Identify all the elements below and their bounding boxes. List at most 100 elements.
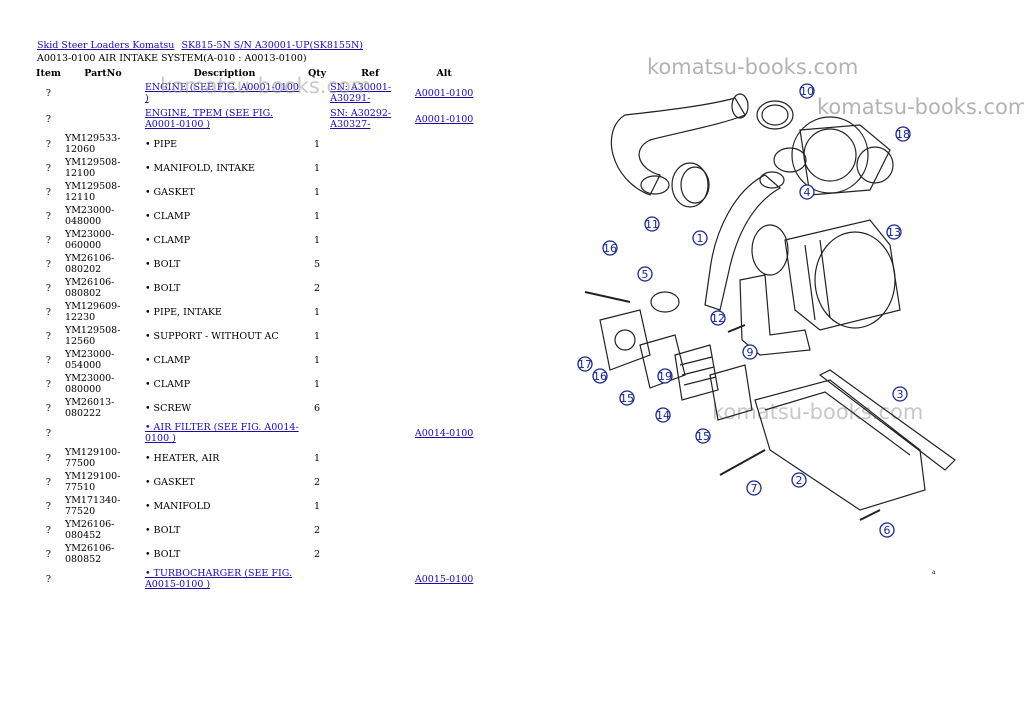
pipe-end-drawing xyxy=(759,171,785,189)
table-row: ? YM171340-77520 • MANIFOLD 1 xyxy=(34,494,476,518)
table-row: ? YM26106-080452 • BOLT 2 xyxy=(34,518,476,542)
table-row: ? YM23000-048000 • CLAMP 1 xyxy=(34,204,476,228)
row-ref xyxy=(328,348,412,372)
bolt-drawing xyxy=(859,509,881,521)
row-item: ? xyxy=(45,186,52,198)
breadcrumb-link-category[interactable]: Skid Steer Loaders Komatsu xyxy=(37,40,174,51)
row-qty: 1 xyxy=(314,306,321,318)
table-row: ? YM23000-060000 • CLAMP 1 xyxy=(34,228,476,252)
header-alt: Alt xyxy=(436,67,452,79)
row-ref[interactable]: SN: A30292-A30327- xyxy=(328,106,412,132)
row-partno: YM129533-12060 xyxy=(64,133,121,155)
row-qty: 2 xyxy=(314,282,321,294)
breadcrumb: Skid Steer Loaders Komatsu SK815-5N S/N … xyxy=(37,40,367,51)
row-alt xyxy=(412,132,476,156)
row-description: • MANIFOLD, INTAKE xyxy=(144,162,255,174)
row-item: ? xyxy=(45,573,52,585)
table-row: ? YM129100-77500 • HEATER, AIR 1 xyxy=(34,446,476,470)
air-filter-drawing xyxy=(804,244,816,321)
row-ref xyxy=(328,132,412,156)
page-title: A0013-0100 AIR INTAKE SYSTEM(A-010 : A00… xyxy=(37,53,307,64)
row-item: ? xyxy=(45,210,52,222)
row-ref-link[interactable]: SN: A30292-A30327- xyxy=(330,108,391,130)
row-ref xyxy=(328,396,412,420)
breadcrumb-link-model[interactable]: SK815-5N S/N A30001-UP(SK8155N) xyxy=(181,40,363,51)
row-qty: 1 xyxy=(314,378,321,390)
row-description: • HEATER, AIR xyxy=(144,452,220,464)
row-ref xyxy=(328,420,412,446)
row-partno xyxy=(63,106,143,132)
row-alt xyxy=(412,470,476,494)
table-row: ? YM129508-12100 • MANIFOLD, INTAKE 1 xyxy=(34,156,476,180)
row-partno: YM129508-12560 xyxy=(64,325,121,347)
row-alt xyxy=(412,228,476,252)
row-ref xyxy=(328,518,412,542)
row-description: • SCREW xyxy=(144,402,192,414)
row-alt[interactable]: A0014-0100 xyxy=(412,420,476,446)
row-description-link[interactable]: ENGINE, TPEM (SEE FIG. A0001-0100 ) xyxy=(145,108,273,130)
row-qty: 5 xyxy=(314,258,321,270)
parts-table-body: ? ENGINE (SEE FIG. A0001-0100 ) SN: A30001… xyxy=(34,80,476,592)
callout-number: 10 xyxy=(800,85,814,98)
row-alt[interactable]: A0015-0100 xyxy=(412,566,476,592)
bolt-drawing xyxy=(584,291,631,303)
row-ref xyxy=(328,324,412,348)
row-alt xyxy=(412,518,476,542)
row-description[interactable]: • TURBOCHARGER (SEE FIG. A0015-0100 ) xyxy=(143,566,306,592)
row-qty: 1 xyxy=(314,210,321,222)
air-filter-drawing xyxy=(814,231,896,329)
row-alt[interactable]: A0001-0100 xyxy=(412,106,476,132)
row-alt xyxy=(412,300,476,324)
row-alt xyxy=(412,348,476,372)
turbocharger-drawing xyxy=(803,128,857,182)
corner-mark: a xyxy=(932,569,936,576)
row-ref xyxy=(328,252,412,276)
row-item: ? xyxy=(45,378,52,390)
table-row: ? YM129533-12060 • PIPE 1 xyxy=(34,132,476,156)
row-qty xyxy=(306,420,328,446)
support-bracket-drawing xyxy=(739,274,811,356)
row-partno: YM26106-080202 xyxy=(64,253,115,275)
heater-drawing xyxy=(679,356,713,366)
row-description[interactable]: ENGINE, TPEM (SEE FIG. A0001-0100 ) xyxy=(143,106,306,132)
row-qty xyxy=(306,106,328,132)
row-description[interactable]: • AIR FILTER (SEE FIG. A0014-0100 ) xyxy=(143,420,306,446)
callout-number: 11 xyxy=(645,218,659,231)
watermark: komatsu-books.com xyxy=(160,74,372,98)
row-alt-link[interactable]: A0001-0100 xyxy=(415,114,473,125)
bolt-drawing xyxy=(727,324,746,333)
row-partno: YM129609-12230 xyxy=(64,301,121,323)
row-alt-link[interactable]: A0014-0100 xyxy=(415,428,473,439)
row-description: • CLAMP xyxy=(144,378,191,390)
row-item: ? xyxy=(45,402,52,414)
row-alt[interactable]: A0001-0100 xyxy=(412,80,476,106)
callout-number: 6 xyxy=(884,524,891,537)
row-qty: 1 xyxy=(314,186,321,198)
row-alt-link[interactable]: A0001-0100 xyxy=(415,88,473,99)
row-qty: 1 xyxy=(314,234,321,246)
row-description-link[interactable]: • TURBOCHARGER (SEE FIG. A0015-0100 ) xyxy=(145,568,292,590)
row-ref xyxy=(328,566,412,592)
callout-number: 17 xyxy=(578,358,592,371)
air-filter-drawing xyxy=(751,224,789,276)
row-item: ? xyxy=(45,548,52,560)
row-qty: 1 xyxy=(314,452,321,464)
row-alt-link[interactable]: A0015-0100 xyxy=(415,574,473,585)
row-ref xyxy=(328,494,412,518)
row-partno: YM26106-080452 xyxy=(64,519,115,541)
callout-group: 12345679101112131415151616171819 xyxy=(577,83,911,538)
row-alt xyxy=(412,156,476,180)
table-row: ? YM26013-080222 • SCREW 6 xyxy=(34,396,476,420)
row-description: • CLAMP xyxy=(144,234,191,246)
callout-number: 15 xyxy=(696,430,710,443)
row-description-link[interactable]: • AIR FILTER (SEE FIG. A0014-0100 ) xyxy=(145,422,299,444)
row-description: • BOLT xyxy=(144,524,181,536)
row-alt xyxy=(412,324,476,348)
row-alt xyxy=(412,252,476,276)
row-partno: YM23000-054000 xyxy=(64,349,115,371)
callout-number: 12 xyxy=(711,312,725,325)
row-qty: 1 xyxy=(314,354,321,366)
row-description: • PIPE, INTAKE xyxy=(144,306,222,318)
row-description: • CLAMP xyxy=(144,354,191,366)
row-alt xyxy=(412,180,476,204)
